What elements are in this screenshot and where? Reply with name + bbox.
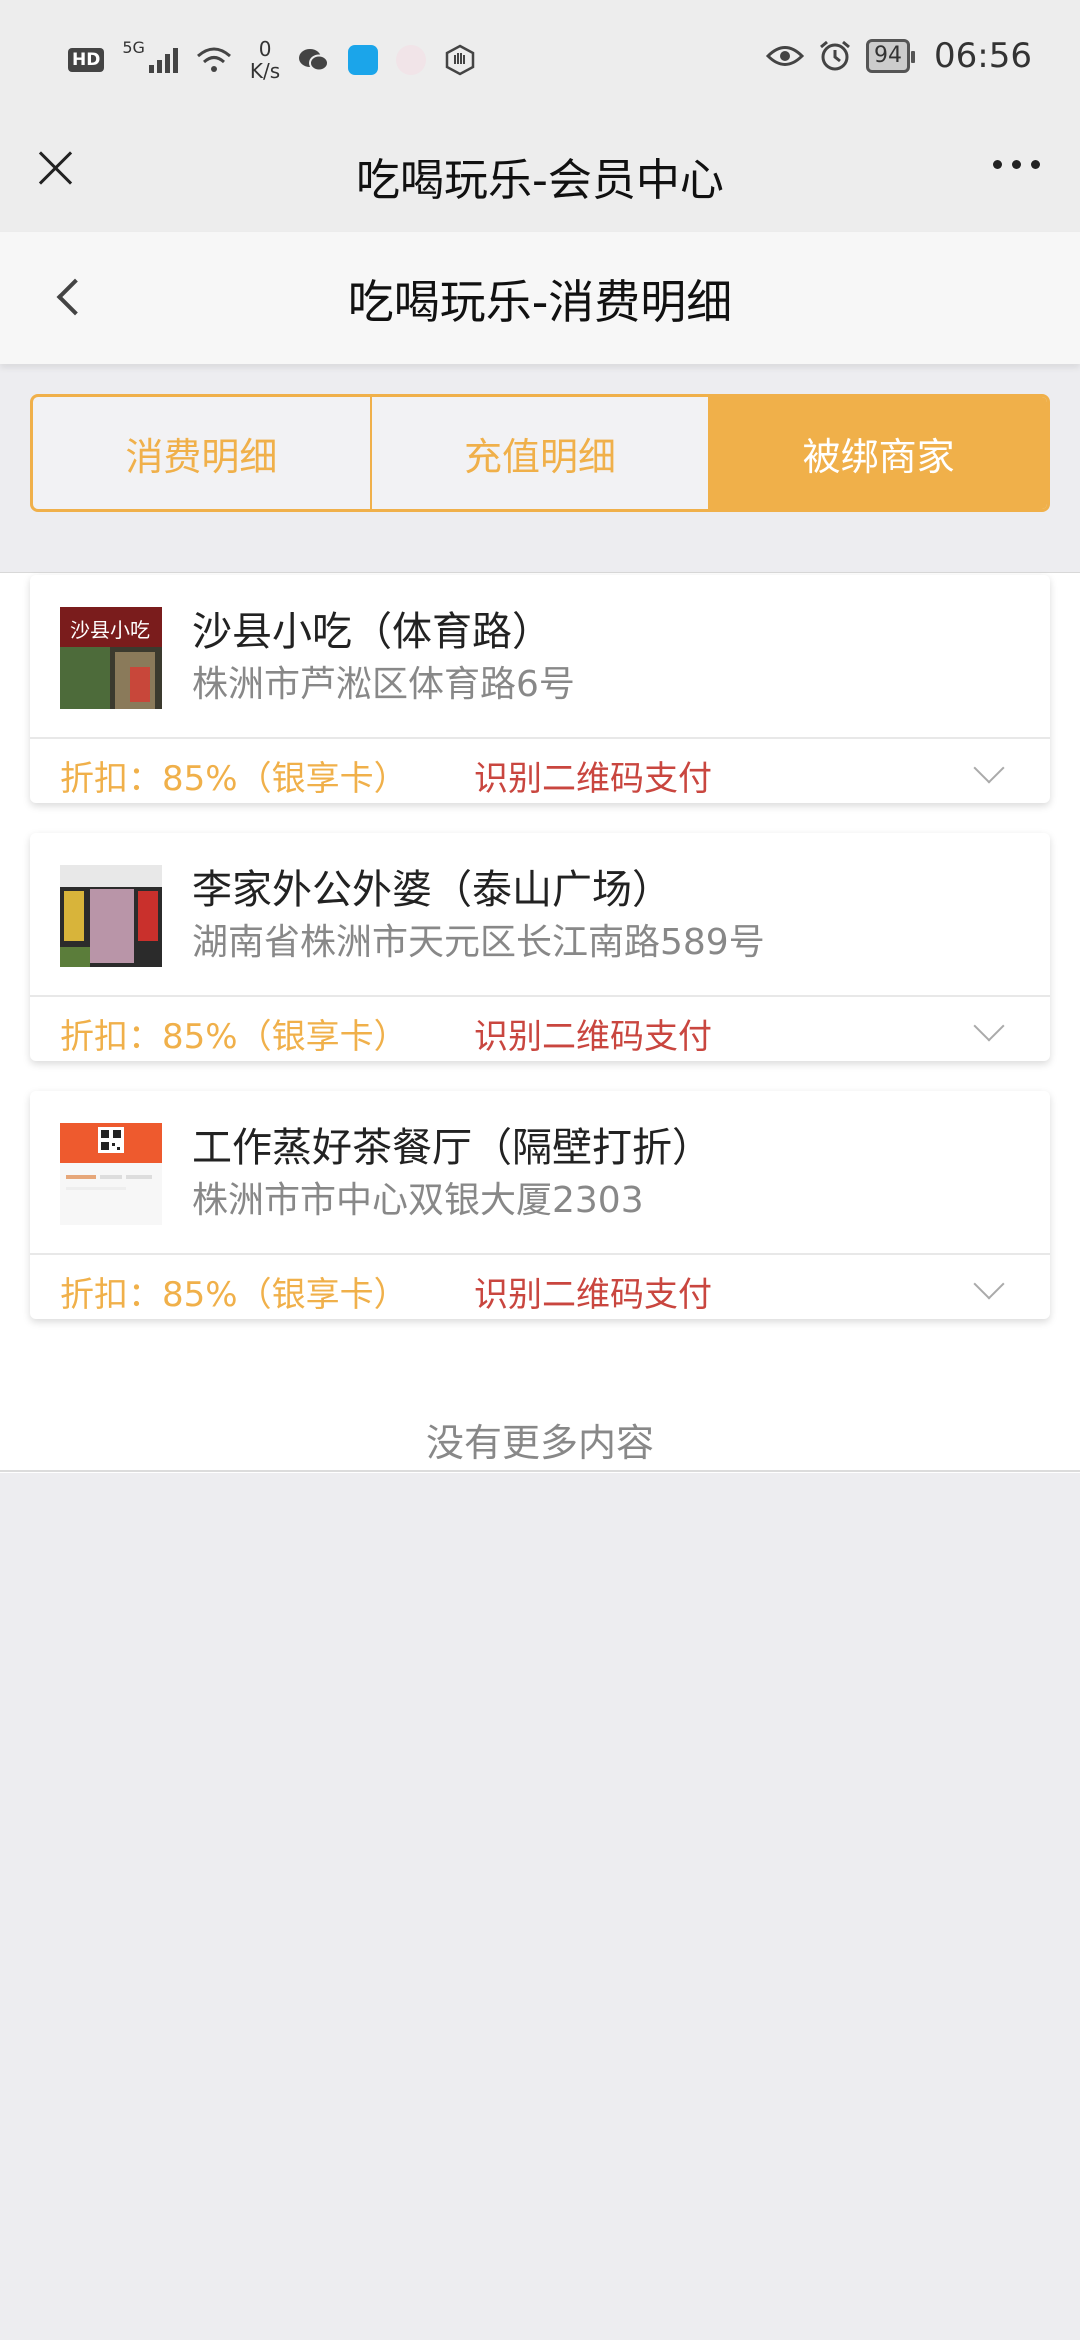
speed-value: 0	[258, 37, 272, 61]
sub-header: 吃喝玩乐-消费明细	[0, 232, 1080, 364]
tab-recharge[interactable]: 充值明细	[372, 397, 711, 509]
merchant-address: 湖南省株洲市天元区长江南路589号	[192, 922, 765, 963]
merchant-name: 工作蒸好茶餐厅（隔壁打折）	[192, 1125, 712, 1171]
merchant-thumbnail: 沙县小吃	[60, 607, 162, 709]
merchant-card[interactable]: 工作蒸好茶餐厅（隔壁打折） 株洲市市中心双银大厦2303 折扣：85%（银享卡）…	[30, 1091, 1050, 1319]
qr-pay-link[interactable]: 识别二维码支付	[474, 751, 712, 800]
top-nav: 吃喝玩乐-会员中心	[0, 120, 1080, 232]
merchant-discount: 折扣：85%（银享卡）	[60, 1275, 408, 1315]
merchant-address: 株洲市市中心双银大厦2303	[192, 1180, 644, 1221]
dot-icon	[993, 160, 1002, 169]
svg-text:沙县小吃: 沙县小吃	[70, 618, 150, 642]
merchant-card[interactable]: 李家外公外婆（泰山广场） 湖南省株洲市天元区长江南路589号 折扣：85%（银享…	[30, 833, 1050, 1061]
merchant-thumbnail	[60, 1123, 162, 1225]
divider	[0, 1470, 1080, 1472]
wifi-icon	[196, 47, 231, 72]
wechat-icon	[299, 49, 330, 72]
search-app-icon	[348, 45, 379, 75]
status-left: HD 5G 0 K/s	[68, 38, 476, 82]
merchant-thumbnail	[60, 865, 162, 967]
dot-icon	[1031, 160, 1040, 169]
signal-icon	[148, 47, 178, 73]
hd-icon: HD	[68, 48, 105, 72]
battery-icon: 94	[866, 39, 916, 73]
hand-icon	[445, 44, 475, 76]
heart-app-icon	[396, 45, 427, 75]
merchant-address: 株洲市芦淞区体育路6号	[192, 664, 575, 705]
qr-pay-link[interactable]: 识别二维码支付	[474, 1267, 712, 1316]
chevron-down-icon[interactable]	[973, 1268, 1005, 1300]
dot-icon	[1012, 160, 1021, 169]
eye-icon	[766, 46, 805, 66]
merchant-discount: 折扣：85%（银享卡）	[60, 759, 408, 799]
clock: 06:56	[934, 36, 1032, 76]
merchant-name: 李家外公外婆（泰山广场）	[192, 867, 672, 913]
tab-bound-merchants[interactable]: 被绑商家	[710, 397, 1047, 509]
qr-pay-link[interactable]: 识别二维码支付	[474, 1009, 712, 1058]
merchant-card-header[interactable]: 沙县小吃 沙县小吃（体育路） 株洲市芦淞区体育路6号	[30, 575, 1050, 739]
no-more-content: 没有更多内容	[425, 1421, 654, 1465]
status-bar: HD 5G 0 K/s 94 06:56	[0, 0, 1080, 120]
speed-unit: K/s	[249, 59, 281, 83]
merchant-card[interactable]: 沙县小吃 沙县小吃（体育路） 株洲市芦淞区体育路6号 折扣：85%（银享卡） 识…	[30, 575, 1050, 803]
merchant-discount: 折扣：85%（银享卡）	[60, 1017, 408, 1057]
tab-bar: 消费明细 充值明细 被绑商家	[30, 394, 1050, 512]
network-speed: 0 K/s	[250, 38, 280, 82]
merchant-list: 沙县小吃 沙县小吃（体育路） 株洲市芦淞区体育路6号 折扣：85%（银享卡） 识…	[0, 572, 1080, 1473]
page-title: 吃喝玩乐-会员中心	[356, 155, 724, 206]
merchant-name: 沙县小吃（体育路）	[192, 609, 552, 655]
tab-consumption[interactable]: 消费明细	[33, 397, 372, 509]
sub-title: 吃喝玩乐-消费明细	[347, 275, 733, 329]
more-options-button[interactable]	[993, 160, 1040, 169]
merchant-card-header[interactable]: 李家外公外婆（泰山广场） 湖南省株洲市天元区长江南路589号	[30, 833, 1050, 997]
status-right: 94 06:56	[766, 36, 1032, 76]
chevron-down-icon[interactable]	[973, 752, 1005, 784]
network-label: 5G	[122, 38, 145, 57]
merchant-card-header[interactable]: 工作蒸好茶餐厅（隔壁打折） 株洲市市中心双银大厦2303	[30, 1091, 1050, 1255]
chevron-down-icon[interactable]	[973, 1010, 1005, 1042]
alarm-icon	[820, 40, 850, 71]
